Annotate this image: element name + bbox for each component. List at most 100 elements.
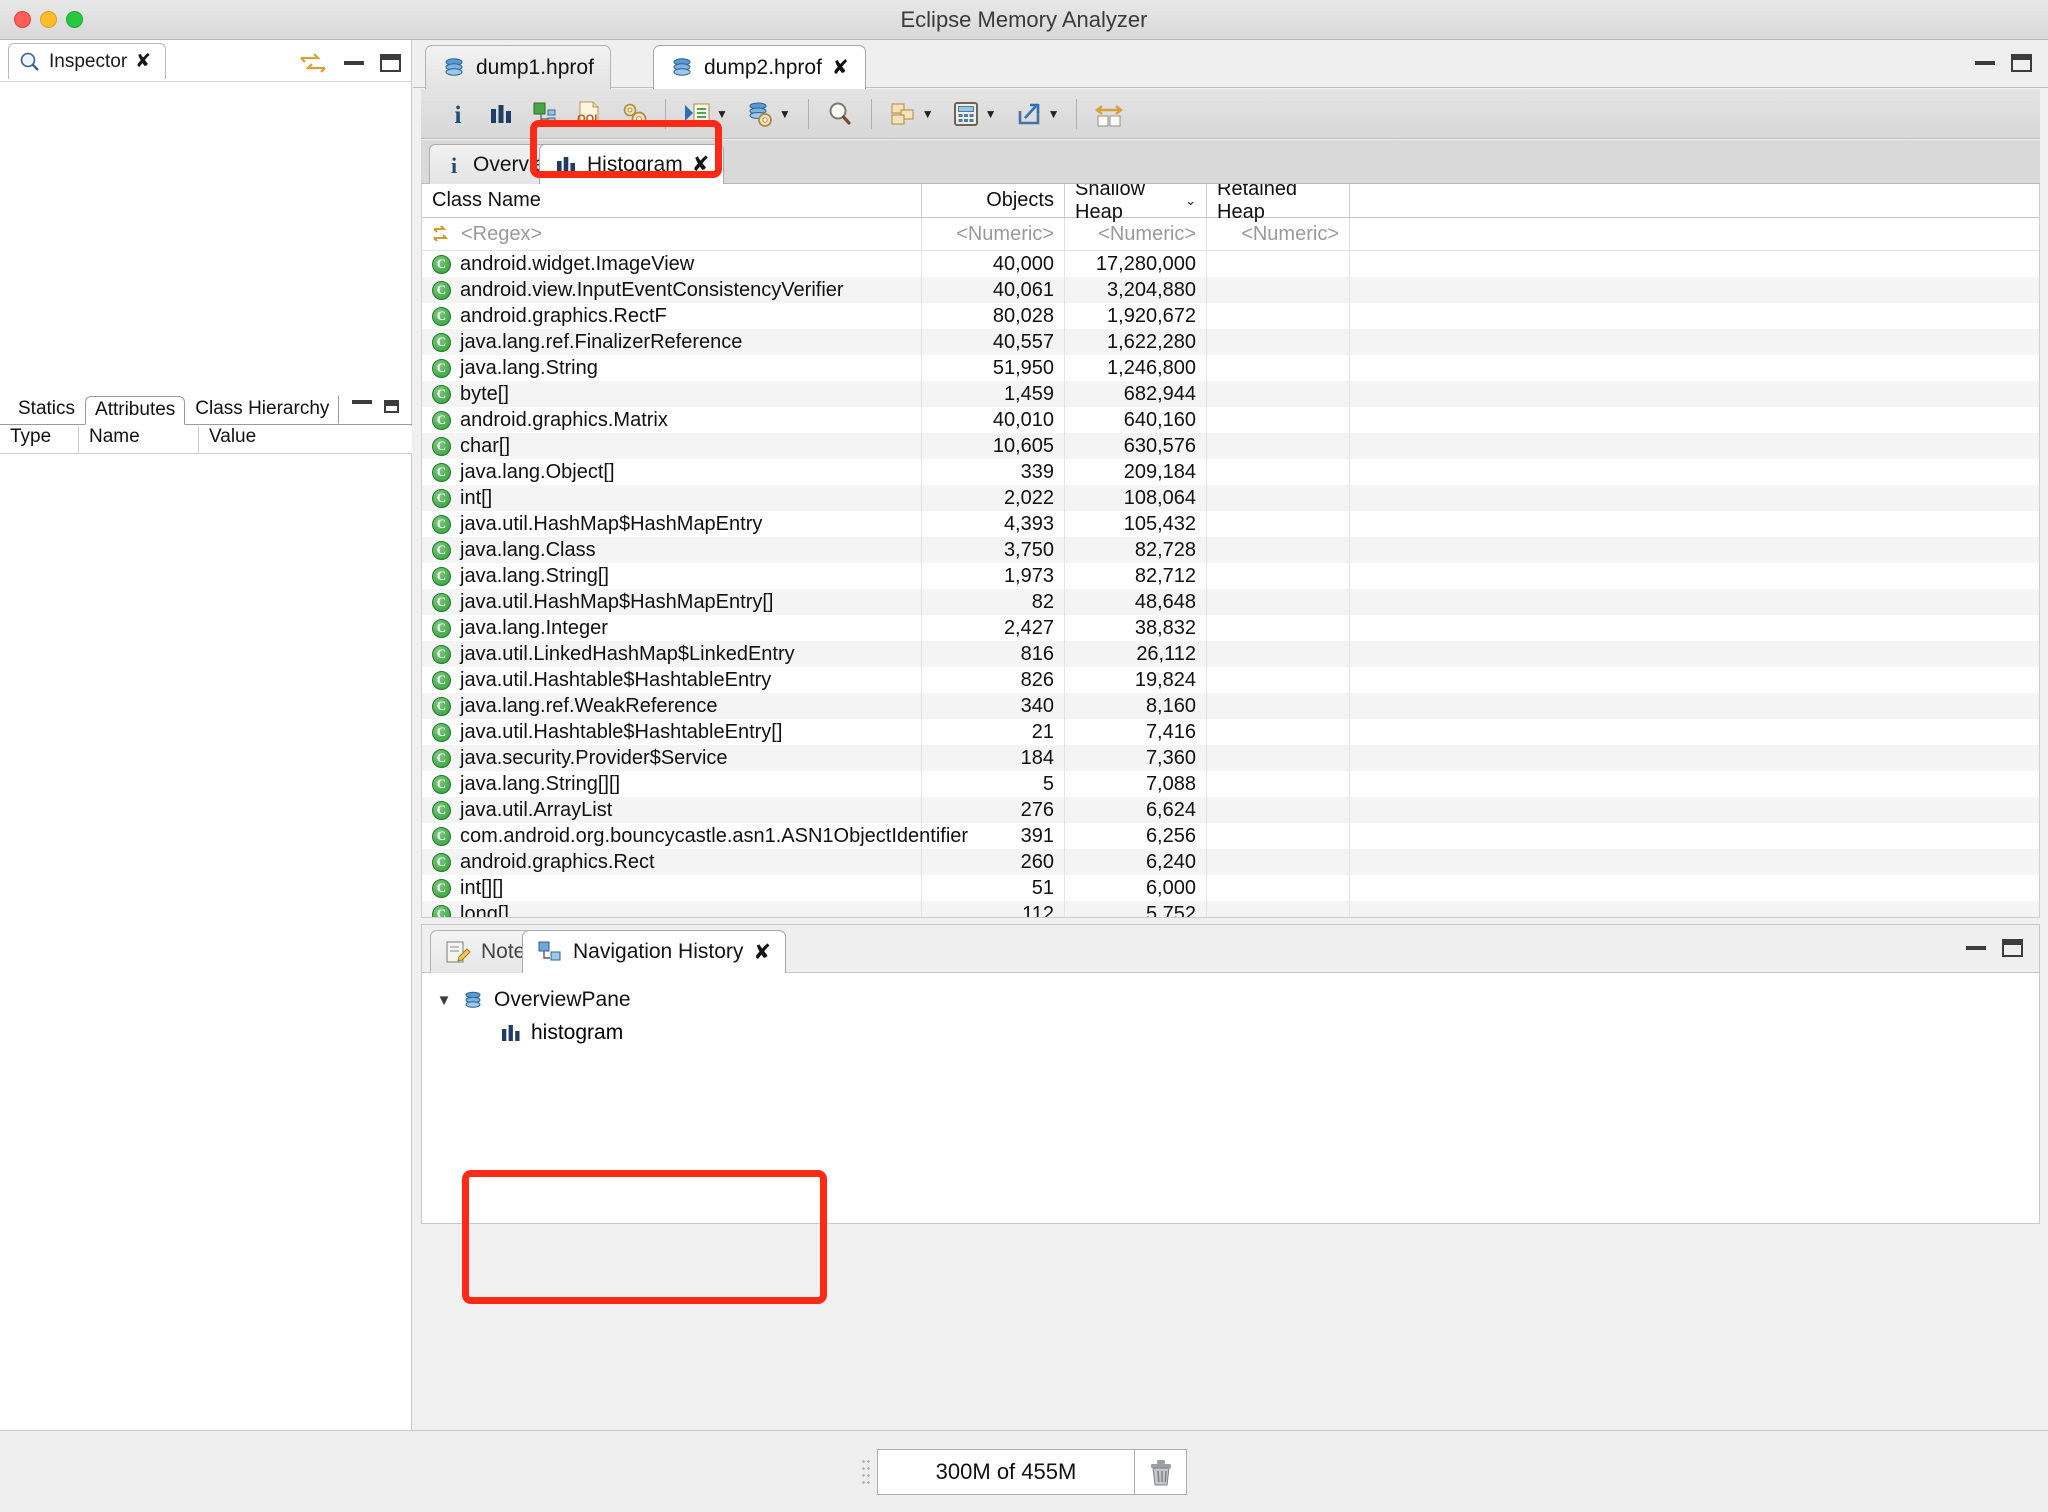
attr-column-name[interactable]: Name bbox=[78, 426, 198, 453]
cell-retained-heap bbox=[1207, 511, 1350, 537]
chevron-down-icon[interactable]: ▼ bbox=[985, 107, 997, 121]
chevron-down-icon[interactable]: ▼ bbox=[716, 107, 728, 121]
chevron-down-icon[interactable]: ▼ bbox=[922, 107, 934, 121]
table-rows: Candroid.widget.ImageView40,00017,280,00… bbox=[422, 251, 2039, 918]
tab-attributes[interactable]: Attributes bbox=[85, 396, 185, 425]
toolbar-histogram-button[interactable] bbox=[479, 92, 523, 136]
table-row[interactable]: Clong[]1125,752 bbox=[422, 901, 2039, 918]
editor-panel-controls[interactable] bbox=[1975, 54, 2032, 72]
cell-shallow-heap: 108,064 bbox=[1065, 485, 1207, 511]
toolbar-dump-config-button[interactable]: ▼ bbox=[737, 92, 800, 136]
maximize-editor-button[interactable] bbox=[2011, 54, 2032, 72]
table-row[interactable]: Cint[]2,022108,064 bbox=[422, 485, 2039, 511]
cell-objects: 391 bbox=[922, 823, 1065, 849]
nav-tree-root[interactable]: ▼ OverviewPane bbox=[434, 983, 2039, 1017]
attr-column-value[interactable]: Value bbox=[198, 426, 412, 453]
filter-class-name[interactable]: <Regex> bbox=[422, 218, 922, 250]
tab-statics[interactable]: Statics bbox=[8, 395, 85, 424]
tab-navigation-history[interactable]: Navigation History ✘ bbox=[522, 930, 786, 973]
close-icon[interactable]: ✘ bbox=[692, 152, 710, 177]
table-row[interactable]: Cjava.lang.Object[]339209,184 bbox=[422, 459, 2039, 485]
minimize-attributes-button[interactable] bbox=[352, 400, 372, 404]
class-icon: C bbox=[432, 827, 451, 846]
filter-class-name-text: <Regex> bbox=[461, 223, 542, 246]
table-row[interactable]: Cjava.lang.Integer2,42738,832 bbox=[422, 615, 2039, 641]
table-row[interactable]: Cjava.util.Hashtable$HashtableEntry[]217… bbox=[422, 719, 2039, 745]
table-row[interactable]: Ccom.android.org.bouncycastle.asn1.ASN1O… bbox=[422, 823, 2039, 849]
table-row[interactable]: Cjava.util.Hashtable$HashtableEntry82619… bbox=[422, 667, 2039, 693]
filter-objects[interactable]: <Numeric> bbox=[922, 218, 1065, 250]
table-row[interactable]: Candroid.graphics.Matrix40,010640,160 bbox=[422, 407, 2039, 433]
chevron-down-icon[interactable]: ▼ bbox=[779, 107, 791, 121]
expander-triangle-icon[interactable]: ▼ bbox=[434, 992, 454, 1009]
table-row[interactable]: Cjava.util.LinkedHashMap$LinkedEntry8162… bbox=[422, 641, 2039, 667]
inspector-panel-controls[interactable] bbox=[298, 50, 401, 76]
column-header-objects[interactable]: Objects bbox=[922, 184, 1065, 217]
cell-shallow-heap: 1,920,672 bbox=[1065, 303, 1207, 329]
table-row[interactable]: Cjava.util.HashMap$HashMapEntry4,393105,… bbox=[422, 511, 2039, 537]
editor-tab-dump2[interactable]: dump2.hprof ✘ bbox=[653, 45, 866, 89]
filter-retained-heap[interactable]: <Numeric> bbox=[1207, 218, 1350, 250]
table-row[interactable]: Cjava.util.ArrayList2766,624 bbox=[422, 797, 2039, 823]
table-row[interactable]: Cjava.lang.Class3,75082,728 bbox=[422, 537, 2039, 563]
table-row[interactable]: Cjava.util.HashMap$HashMapEntry[]8248,64… bbox=[422, 589, 2039, 615]
tab-class-hierarchy[interactable]: Class Hierarchy bbox=[185, 395, 339, 424]
table-row[interactable]: Candroid.widget.ImageView40,00017,280,00… bbox=[422, 251, 2039, 277]
toolbar-dominator-tree-button[interactable] bbox=[523, 92, 567, 136]
close-icon[interactable]: ✘ bbox=[832, 55, 849, 80]
table-row[interactable]: Cjava.lang.String[]1,97382,712 bbox=[422, 563, 2039, 589]
close-icon[interactable]: ✘ bbox=[753, 940, 771, 965]
cell-shallow-heap: 82,712 bbox=[1065, 563, 1207, 589]
attribute-panel-controls[interactable] bbox=[352, 400, 399, 413]
attr-column-type[interactable]: Type bbox=[0, 426, 78, 453]
toolbar-group-by-button[interactable]: ▼ bbox=[880, 92, 943, 136]
toolbar-compare-button[interactable] bbox=[1085, 92, 1133, 136]
window-controls[interactable] bbox=[14, 11, 83, 28]
editor-tab-dump1[interactable]: dump1.hprof bbox=[425, 45, 611, 89]
table-row[interactable]: Cjava.lang.ref.WeakReference3408,160 bbox=[422, 693, 2039, 719]
toolbar-calculator-button[interactable]: ▼ bbox=[943, 92, 1006, 136]
minimize-panel-button[interactable] bbox=[344, 61, 364, 65]
run-garbage-collector-button[interactable] bbox=[1135, 1449, 1187, 1495]
heap-status-indicator[interactable]: 300M of 455M bbox=[877, 1449, 1135, 1495]
maximize-panel-button[interactable] bbox=[380, 54, 401, 72]
maximize-window-button[interactable] bbox=[66, 11, 83, 28]
table-row[interactable]: Candroid.graphics.Rect2606,240 bbox=[422, 849, 2039, 875]
column-header-class-name[interactable]: Class Name bbox=[422, 184, 922, 217]
table-row[interactable]: Cint[][]516,000 bbox=[422, 875, 2039, 901]
chevron-down-icon[interactable]: ▼ bbox=[1048, 107, 1060, 121]
tab-histogram[interactable]: Histogram ✘ bbox=[539, 144, 724, 184]
close-window-button[interactable] bbox=[14, 11, 31, 28]
toolbar-overview-button[interactable]: i bbox=[437, 92, 479, 136]
minimize-window-button[interactable] bbox=[40, 11, 57, 28]
toolbar-queries-button[interactable] bbox=[611, 92, 657, 136]
close-icon[interactable]: ✘ bbox=[135, 50, 151, 73]
maximize-attributes-button[interactable] bbox=[384, 400, 399, 413]
filter-shallow-heap[interactable]: <Numeric> bbox=[1065, 218, 1207, 250]
minimize-bottom-view-button[interactable] bbox=[1966, 946, 1986, 950]
table-row[interactable]: Cjava.lang.String51,9501,246,800 bbox=[422, 355, 2039, 381]
table-row[interactable]: Candroid.view.InputEventConsistencyVerif… bbox=[422, 277, 2039, 303]
toolbar-search-button[interactable] bbox=[817, 92, 863, 136]
table-row[interactable]: Candroid.graphics.RectF80,0281,920,672 bbox=[422, 303, 2039, 329]
column-header-retained-heap[interactable]: Retained Heap bbox=[1207, 184, 1350, 217]
table-row[interactable]: Cbyte[]1,459682,944 bbox=[422, 381, 2039, 407]
maximize-bottom-view-button[interactable] bbox=[2002, 939, 2023, 957]
table-row[interactable]: Cjava.lang.ref.FinalizerReference40,5571… bbox=[422, 329, 2039, 355]
cell-class-name: Cjava.util.Hashtable$HashtableEntry bbox=[422, 667, 922, 693]
table-row[interactable]: Cjava.security.Provider$Service1847,360 bbox=[422, 745, 2039, 771]
toolbar-oql-button[interactable]: OQL bbox=[567, 92, 611, 136]
link-with-editor-icon[interactable] bbox=[298, 50, 328, 76]
tab-inspector[interactable]: Inspector ✘ bbox=[8, 43, 166, 79]
bottom-view-controls[interactable] bbox=[1966, 939, 2023, 957]
table-row[interactable]: Cchar[]10,605630,576 bbox=[422, 433, 2039, 459]
table-row[interactable]: Cjava.lang.String[][]57,088 bbox=[422, 771, 2039, 797]
column-header-shallow-heap[interactable]: Shallow Heap ⌄ bbox=[1065, 184, 1207, 217]
toolbar-run-expert-button[interactable]: ▼ bbox=[674, 92, 737, 136]
nav-tree-child[interactable]: histogram bbox=[434, 1017, 2039, 1049]
cell-class-name-text: java.util.ArrayList bbox=[460, 799, 612, 822]
cell-class-name-text: java.lang.String[] bbox=[460, 565, 609, 588]
toolbar-export-button[interactable]: ▼ bbox=[1006, 92, 1069, 136]
minimize-editor-button[interactable] bbox=[1975, 61, 1995, 65]
cell-objects: 4,393 bbox=[922, 511, 1065, 537]
